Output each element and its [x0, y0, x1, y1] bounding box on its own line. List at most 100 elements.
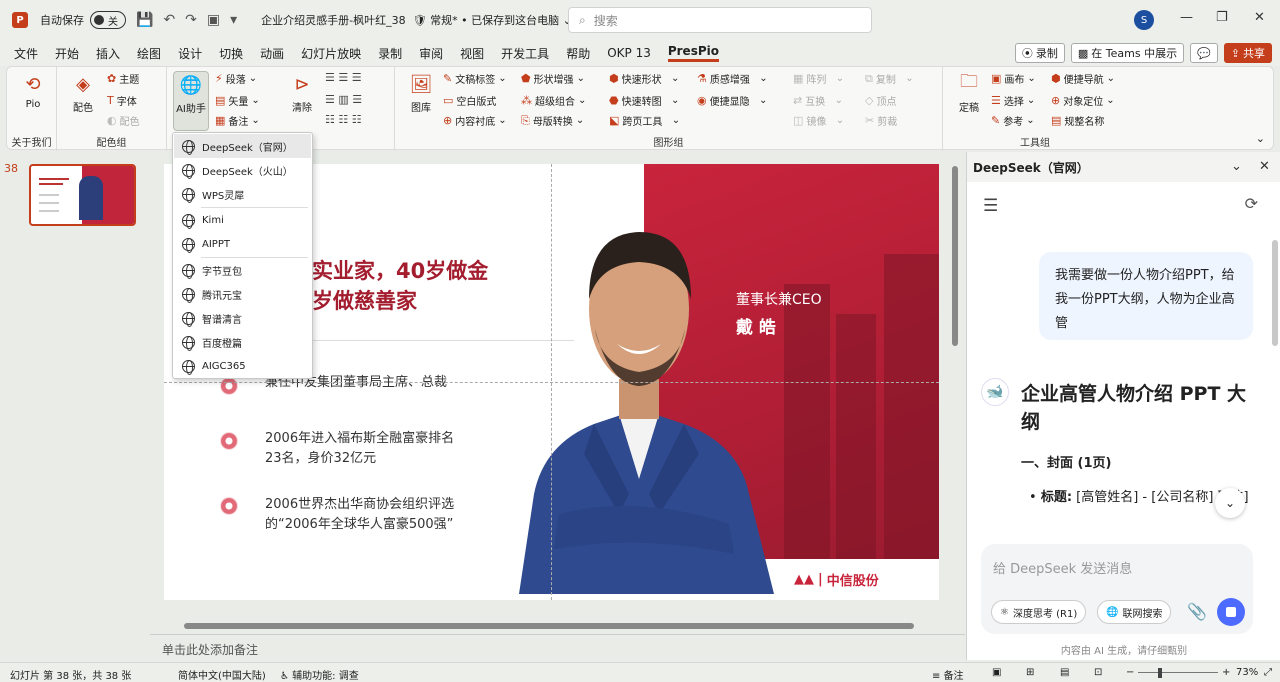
object-locate-button[interactable]: ⊕ 对象定位 ⌄ [1051, 93, 1115, 108]
copy-button[interactable]: ⧉ 复制 ⌄ [865, 71, 914, 87]
chevron-down-icon[interactable]: ⌄ [1231, 159, 1242, 174]
cut-button[interactable]: ✂ 剪裁 [865, 113, 897, 128]
scroll-down-button[interactable]: ⌄ [1215, 488, 1245, 518]
notes-button[interactable]: ▦ 备注 ⌄ [215, 113, 260, 128]
quick-shape-button[interactable]: ⬢ 快速形状 ⌄ [609, 71, 679, 86]
shape-enhance-button[interactable]: ⬟ 形状增强 ⌄ [521, 71, 585, 86]
mirror-button[interactable]: ◫ 镜像 ⌄ [793, 113, 844, 128]
ai-assistant-button[interactable]: 🌐 AI助手 [173, 71, 209, 131]
horizontal-scrollbar[interactable] [154, 620, 946, 632]
menu-item-aigc365[interactable]: AIGC365 [174, 354, 311, 378]
close-panel-icon[interactable]: ✕ [1259, 159, 1270, 174]
record-button[interactable]: ⦿ 录制 [1014, 43, 1065, 63]
present-icon[interactable]: ▣ [207, 12, 220, 28]
library-button[interactable]: 🖼 图库 [401, 71, 441, 115]
color-small-button[interactable]: ◐ 配色 [107, 113, 140, 128]
normalize-name-button[interactable]: ▤ 规整名称 [1051, 113, 1104, 128]
vertical-scrollbar[interactable] [950, 162, 960, 620]
tab-design[interactable]: 设计 [178, 45, 202, 62]
minimize-icon[interactable]: — [1180, 10, 1193, 25]
close-icon[interactable]: ✕ [1254, 10, 1265, 25]
blank-layout-button[interactable]: ▭ 空白版式 [443, 93, 496, 108]
menu-item-deepseek-volcano[interactable]: DeepSeek（火山） [174, 158, 311, 182]
texture-button[interactable]: ⚗ 质感增强 ⌄ [697, 71, 768, 86]
swap-button[interactable]: ⇄ 互换 ⌄ [793, 93, 843, 108]
web-search-toggle[interactable]: 🌐 联网搜索 [1097, 600, 1172, 624]
vertex-button[interactable]: ◇ 顶点 [865, 93, 896, 108]
collapse-ribbon-icon[interactable]: ⌄ [1256, 132, 1265, 145]
zoom-out-icon[interactable]: − [1126, 667, 1134, 678]
menu-item-wps-lingxi[interactable]: WPS灵犀 [174, 182, 311, 206]
redo-icon[interactable]: ↷ [185, 12, 197, 28]
vector-button[interactable]: ▤ 矢量 ⌄ [215, 93, 260, 108]
tab-animations[interactable]: 动画 [260, 45, 284, 62]
tab-record[interactable]: 录制 [378, 45, 402, 62]
attach-icon[interactable]: 📎 [1187, 602, 1207, 621]
notes-pane[interactable]: 单击此处添加备注 [150, 634, 965, 660]
menu-item-yuanbao[interactable]: 腾讯元宝 [174, 282, 311, 306]
reference-button[interactable]: ✎ 参考 ⌄ [991, 113, 1035, 128]
zoom-slider-thumb[interactable] [1158, 668, 1162, 678]
autosave-toggle[interactable]: 关 [90, 11, 126, 29]
spacing-buttons[interactable]: ☷ ☷ ☷ [325, 113, 362, 126]
zoom-in-icon[interactable]: + [1222, 667, 1230, 678]
distribute-buttons[interactable]: ☰ ▥ ☰ [325, 93, 362, 106]
customize-qat-icon[interactable]: ▾ [230, 12, 237, 28]
sorter-view-icon[interactable]: ⊞ [1026, 667, 1034, 678]
finalize-button[interactable]: 🗀 定稿 [949, 71, 989, 114]
undo-icon[interactable]: ↶ [163, 12, 175, 28]
message-input[interactable]: 给 DeepSeek 发送消息 [993, 558, 1132, 577]
menu-item-zhipu[interactable]: 智谱清言 [174, 306, 311, 330]
fit-slide-icon[interactable]: ⤢ [1264, 667, 1272, 678]
quick-nav-button[interactable]: ⬢ 便捷导航 ⌄ [1051, 71, 1115, 86]
tab-slideshow[interactable]: 幻灯片放映 [301, 45, 361, 62]
tab-okp[interactable]: OKP 13 [607, 46, 651, 60]
font-button[interactable]: T 字体 [107, 93, 137, 108]
menu-icon[interactable]: ☰ [983, 196, 998, 216]
canvas-button[interactable]: ▣ 画布 ⌄ [991, 71, 1036, 86]
share-button[interactable]: ⇪ 共享 [1223, 43, 1272, 63]
tab-file[interactable]: 文件 [14, 45, 38, 62]
cross-page-button[interactable]: ⬕ 跨页工具 ⌄ [609, 113, 680, 128]
slideshow-view-icon[interactable]: ⊡ [1094, 667, 1102, 678]
menu-item-deepseek-official[interactable]: DeepSeek（官网） [174, 134, 311, 158]
tab-developer[interactable]: 开发工具 [501, 45, 549, 62]
paragraph-button[interactable]: ⚡ 段落 ⌄ [215, 71, 257, 86]
master-convert-button[interactable]: ⎘ 母版转换 ⌄ [521, 113, 584, 129]
deep-think-toggle[interactable]: ⚛ 深度思考 (R1) [991, 600, 1087, 624]
present-in-teams-button[interactable]: ▩ 在 Teams 中展示 [1070, 43, 1185, 63]
notes-toggle[interactable]: ≡ 备注 [932, 667, 964, 682]
color-scheme-button[interactable]: ◈ 配色 [63, 71, 103, 115]
reading-view-icon[interactable]: ▤ [1060, 667, 1069, 678]
menu-item-doubao[interactable]: 字节豆包 [174, 258, 311, 282]
tab-transitions[interactable]: 切换 [219, 45, 243, 62]
clear-button[interactable]: ⊳ 清除 [282, 71, 322, 115]
stop-button[interactable] [1217, 598, 1245, 626]
tab-view[interactable]: 视图 [460, 45, 484, 62]
tab-insert[interactable]: 插入 [96, 45, 120, 62]
language-status[interactable]: 简体中文(中国大陆) [178, 667, 266, 682]
search-input[interactable]: ⌕ 搜索 [568, 7, 872, 33]
tab-prespio[interactable]: PresPio [667, 44, 719, 62]
panel-scrollbar[interactable] [1272, 240, 1278, 346]
text-label-button[interactable]: ✎ 文稿标签 ⌄ [443, 71, 507, 86]
new-chat-icon[interactable]: ⟳ [1245, 194, 1258, 213]
menu-item-baidu[interactable]: 百度橙篇 [174, 330, 311, 354]
comments-button[interactable]: 💬 [1190, 43, 1218, 63]
tab-draw[interactable]: 绘图 [137, 45, 161, 62]
normal-view-icon[interactable]: ▣ [992, 667, 1001, 678]
accessibility-status[interactable]: ♿ 辅助功能: 调查 [280, 667, 359, 682]
theme-button[interactable]: ✿ 主题 [107, 71, 139, 86]
select-button[interactable]: ☰ 选择 ⌄ [991, 93, 1035, 108]
zoom-level[interactable]: 73% [1236, 667, 1258, 678]
super-combine-button[interactable]: ⁂ 超级组合 ⌄ [521, 93, 586, 108]
quick-convert-button[interactable]: ⬣ 快速转图 ⌄ [609, 93, 679, 108]
content-bottom-button[interactable]: ⊕ 内容衬底 ⌄ [443, 113, 507, 128]
message-composer[interactable]: 给 DeepSeek 发送消息 ⚛ 深度思考 (R1) 🌐 联网搜索 📎 [981, 544, 1253, 634]
tab-help[interactable]: 帮助 [566, 45, 590, 62]
pio-button[interactable]: ⟲ Pio [13, 71, 53, 111]
array-button[interactable]: ▦ 阵列 ⌄ [793, 71, 844, 86]
easy-show-button[interactable]: ◉ 便捷显隐 ⌄ [697, 93, 767, 108]
tab-home[interactable]: 开始 [55, 45, 79, 62]
menu-item-kimi[interactable]: Kimi [174, 208, 311, 232]
